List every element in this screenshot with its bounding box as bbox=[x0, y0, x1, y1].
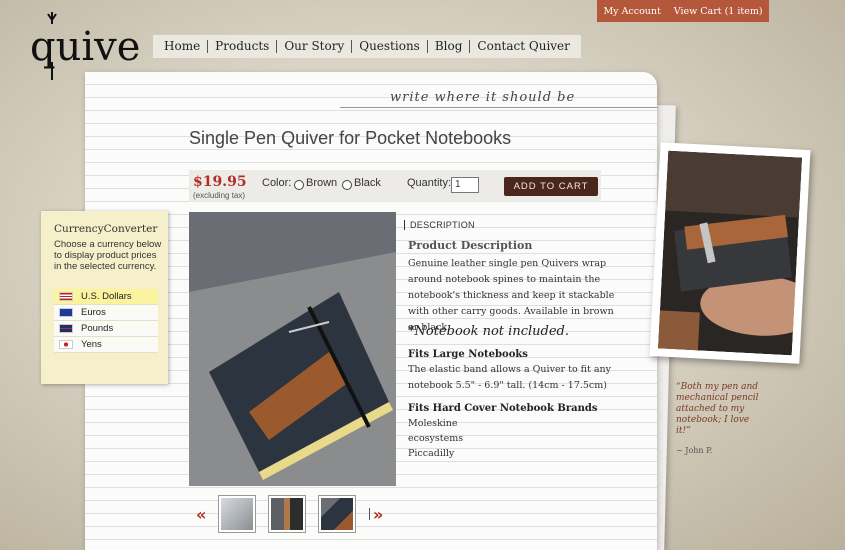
brand-ecosystems: ecosystems bbox=[408, 433, 464, 444]
quantity-label: Quantity: bbox=[407, 177, 452, 189]
color-label: Color: bbox=[262, 177, 292, 189]
my-account-link[interactable]: My Account bbox=[603, 6, 660, 17]
currency-usd[interactable]: U.S. Dollars bbox=[54, 289, 158, 305]
testimonial-quote: “Both my pen and mechanical pencil attac… bbox=[676, 382, 759, 436]
eu-flag-icon bbox=[59, 308, 73, 317]
fits-large-heading: Fits Large Notebooks bbox=[408, 349, 528, 360]
thumbnail-3[interactable] bbox=[318, 495, 356, 533]
description-heading: Product Description bbox=[408, 239, 533, 252]
currency-instructions: Choose a currency below to display produ… bbox=[54, 239, 162, 272]
brand-piccadilly: Piccadilly bbox=[408, 448, 455, 459]
currency-eur-label: Euros bbox=[81, 307, 106, 318]
color-option-brown[interactable]: Brown bbox=[306, 177, 337, 189]
brand-moleskine: Moleskine bbox=[408, 418, 458, 429]
currency-jpy-label: Yens bbox=[81, 339, 102, 350]
next-arrow-icon[interactable]: » bbox=[373, 505, 383, 524]
color-option-black[interactable]: Black bbox=[354, 177, 381, 189]
currency-gbp[interactable]: Pounds bbox=[54, 321, 158, 337]
nav-home[interactable]: Home bbox=[157, 40, 209, 53]
view-cart-link[interactable]: View Cart (1 item) bbox=[674, 6, 763, 17]
us-flag-icon bbox=[59, 292, 73, 301]
fits-large-text: The elastic band allows a Quiver to fit … bbox=[408, 364, 612, 391]
not-included-note: *Notebook not included. bbox=[408, 324, 569, 339]
fits-hard-heading: Fits Hard Cover Notebook Brands bbox=[408, 403, 598, 414]
testimonial-author: ~ John P. bbox=[676, 446, 713, 455]
color-radio-black[interactable] bbox=[342, 180, 352, 190]
add-to-cart-button[interactable]: ADD TO CART bbox=[504, 177, 598, 196]
account-bar: My Account View Cart (1 item) bbox=[597, 0, 769, 22]
price-note: (excluding tax) bbox=[193, 191, 246, 200]
main-nav: Home Products Our Story Questions Blog C… bbox=[153, 35, 581, 58]
color-radio-brown[interactable] bbox=[294, 180, 304, 190]
nav-questions[interactable]: Questions bbox=[352, 40, 428, 53]
prev-arrow-icon[interactable]: « bbox=[196, 505, 206, 524]
tagline: write where it should be bbox=[390, 90, 576, 105]
quantity-input[interactable]: 1 bbox=[451, 177, 479, 193]
nav-contact[interactable]: Contact Quiver bbox=[470, 40, 577, 53]
currency-jpy[interactable]: Yens bbox=[54, 337, 158, 353]
currency-usd-label: U.S. Dollars bbox=[81, 291, 132, 302]
tagline-rule bbox=[340, 107, 658, 108]
jp-flag-icon bbox=[59, 340, 73, 349]
thumbnail-2[interactable] bbox=[268, 495, 306, 533]
nav-blog[interactable]: Blog bbox=[428, 40, 471, 53]
product-main-image[interactable] bbox=[189, 212, 396, 486]
uk-flag-icon bbox=[59, 324, 73, 333]
currency-eur[interactable]: Euros bbox=[54, 305, 158, 321]
lifestyle-photo-image bbox=[657, 150, 803, 356]
nav-our-story[interactable]: Our Story bbox=[277, 40, 353, 53]
currency-gbp-label: Pounds bbox=[81, 323, 114, 334]
currency-title: CurrencyConverter bbox=[54, 223, 158, 235]
product-title: Single Pen Quiver for Pocket Notebooks bbox=[189, 128, 512, 148]
description-tab[interactable]: DESCRIPTION bbox=[404, 220, 475, 230]
currency-converter: CurrencyConverter Choose a currency belo… bbox=[41, 211, 168, 384]
lifestyle-photo bbox=[649, 142, 811, 364]
svg-text:quiver: quiver bbox=[30, 24, 140, 70]
product-photo bbox=[189, 212, 396, 486]
nav-products[interactable]: Products bbox=[208, 40, 278, 53]
thumbnail-1[interactable] bbox=[218, 495, 256, 533]
thumb-divider bbox=[369, 508, 370, 520]
product-price: $19.95 bbox=[193, 174, 247, 190]
